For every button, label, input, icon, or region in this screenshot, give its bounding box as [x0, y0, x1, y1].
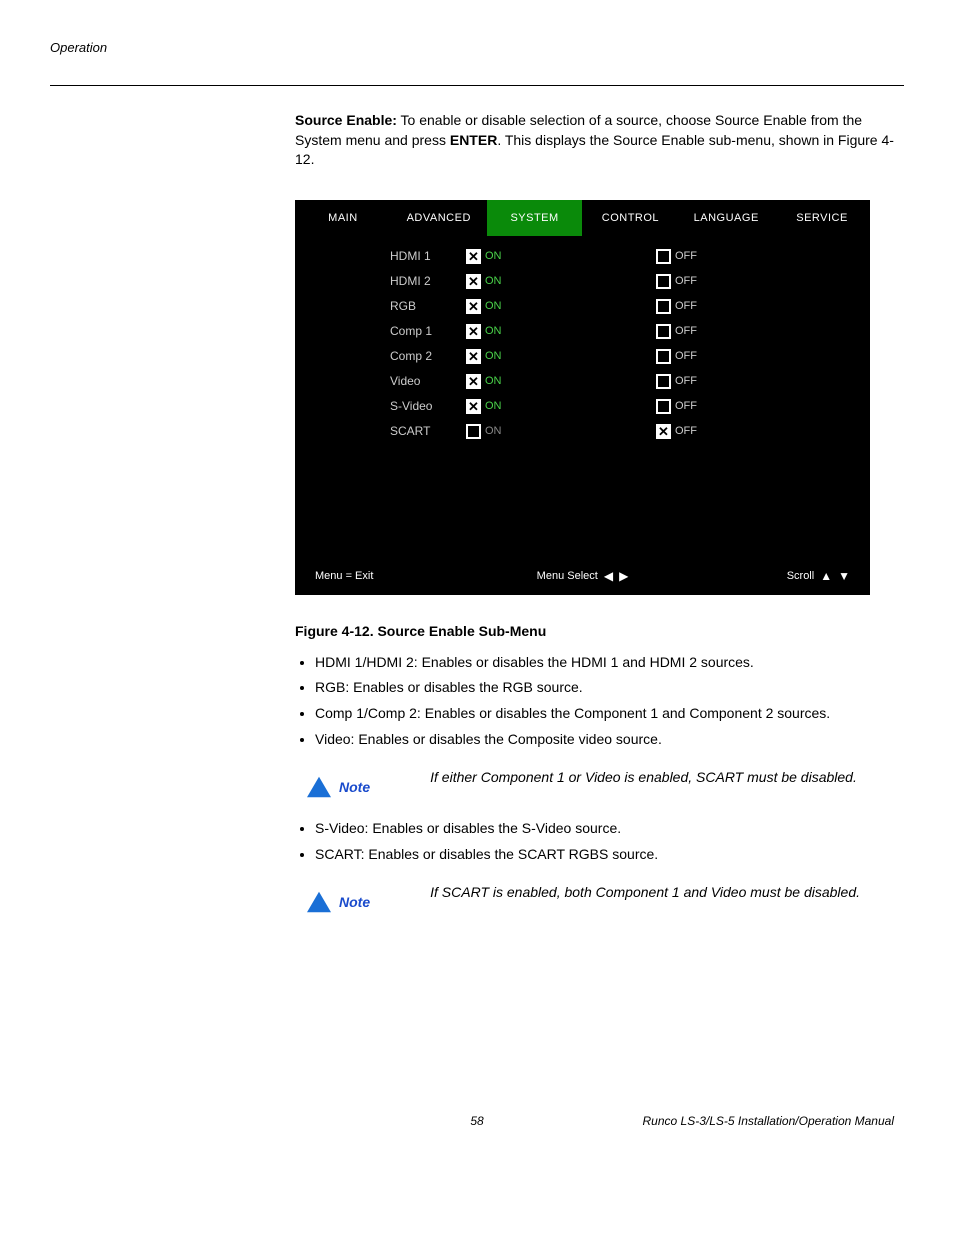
note-text: If either Component 1 or Video is enable… [380, 769, 894, 785]
figure-caption: Figure 4-12. Source Enable Sub-Menu [295, 623, 894, 639]
note-triangle-icon [305, 890, 333, 914]
on-label: ON [485, 350, 635, 362]
source-enable-label: Source Enable: [295, 112, 397, 128]
checkbox-off[interactable] [656, 349, 671, 364]
on-label: ON [485, 375, 635, 387]
checkbox-on[interactable] [466, 424, 481, 439]
tab-language[interactable]: LANGUAGE [678, 200, 774, 236]
note-label: Note [339, 779, 370, 795]
source-label: RGB [295, 299, 445, 313]
checkbox-on[interactable]: ✕ [466, 249, 481, 264]
osd-body: HDMI 1 ✕ ON OFF HDMI 2 ✕ ON OFF RGB ✕ ON OFF Comp 1 ✕… [295, 236, 870, 559]
on-label: ON [485, 275, 635, 287]
osd-row: RGB ✕ ON OFF [295, 294, 870, 319]
osd-menu: MAIN ADVANCED SYSTEM CONTROL LANGUAGE SE… [295, 200, 870, 595]
checkbox-on[interactable]: ✕ [466, 324, 481, 339]
off-label: OFF [675, 375, 755, 387]
note-text: If SCART is enabled, both Component 1 an… [380, 884, 894, 900]
on-label: ON [485, 325, 635, 337]
note-block-1: Note If either Component 1 or Video is e… [305, 769, 894, 799]
checkbox-off[interactable]: ✕ [656, 424, 671, 439]
footer-menu-select: Menu Select [537, 570, 598, 582]
footer-scroll: Scroll [787, 570, 815, 582]
off-label: OFF [675, 275, 755, 287]
note-block-2: Note If SCART is enabled, both Component… [305, 884, 894, 914]
checkbox-off[interactable] [656, 249, 671, 264]
list-item: RGB: Enables or disables the RGB source. [315, 678, 894, 698]
osd-row: HDMI 1 ✕ ON OFF [295, 244, 870, 269]
checkbox-off[interactable] [656, 399, 671, 414]
list-item: Video: Enables or disables the Composite… [315, 730, 894, 750]
enter-label: ENTER [450, 132, 497, 148]
off-label: OFF [675, 250, 755, 262]
osd-row: Comp 2 ✕ ON OFF [295, 344, 870, 369]
list-item: Comp 1/Comp 2: Enables or disables the C… [315, 704, 894, 724]
osd-row: HDMI 2 ✕ ON OFF [295, 269, 870, 294]
source-label: Comp 2 [295, 349, 445, 363]
footer-exit: Menu = Exit [315, 570, 493, 582]
tab-system[interactable]: SYSTEM [487, 200, 583, 236]
note-label: Note [339, 894, 370, 910]
checkbox-on[interactable]: ✕ [466, 299, 481, 314]
bullet-list-1: HDMI 1/HDMI 2: Enables or disables the H… [295, 653, 894, 749]
on-label: ON [485, 300, 635, 312]
checkbox-on[interactable]: ✕ [466, 349, 481, 364]
section-header: Operation [50, 40, 904, 55]
list-item: HDMI 1/HDMI 2: Enables or disables the H… [315, 653, 894, 673]
source-label: SCART [295, 424, 445, 438]
osd-tab-bar: MAIN ADVANCED SYSTEM CONTROL LANGUAGE SE… [295, 200, 870, 236]
checkbox-on[interactable]: ✕ [466, 374, 481, 389]
osd-footer: Menu = Exit Menu Select ◀ ▶ Scroll ▲ ▼ [295, 559, 870, 595]
source-label: HDMI 1 [295, 249, 445, 263]
intro-paragraph: Source Enable: To enable or disable sele… [295, 111, 894, 170]
source-label: Video [295, 374, 445, 388]
osd-row: SCART ON ✕ OFF [295, 419, 870, 444]
osd-row: Comp 1 ✕ ON OFF [295, 319, 870, 344]
header-rule [50, 85, 904, 86]
tab-main[interactable]: MAIN [295, 200, 391, 236]
main-content: Source Enable: To enable or disable sele… [295, 111, 894, 914]
osd-row: S-Video ✕ ON OFF [295, 394, 870, 419]
checkbox-on[interactable]: ✕ [466, 399, 481, 414]
checkbox-off[interactable] [656, 374, 671, 389]
note-triangle-icon [305, 775, 333, 799]
off-label: OFF [675, 300, 755, 312]
checkbox-off[interactable] [656, 324, 671, 339]
on-label: ON [485, 425, 635, 437]
source-label: HDMI 2 [295, 274, 445, 288]
osd-row: Video ✕ ON OFF [295, 369, 870, 394]
tab-control[interactable]: CONTROL [582, 200, 678, 236]
tab-advanced[interactable]: ADVANCED [391, 200, 487, 236]
arrow-right-icon: ▶ [619, 569, 628, 583]
checkbox-off[interactable] [656, 299, 671, 314]
checkbox-on[interactable]: ✕ [466, 274, 481, 289]
list-item: S-Video: Enables or disables the S-Video… [315, 819, 894, 839]
source-label: S-Video [295, 399, 445, 413]
arrow-left-icon: ◀ [604, 569, 613, 583]
on-label: ON [485, 250, 635, 262]
page-footer: 58 Runco LS-3/LS-5 Installation/Operatio… [50, 1114, 904, 1128]
source-label: Comp 1 [295, 324, 445, 338]
checkbox-off[interactable] [656, 274, 671, 289]
list-item: SCART: Enables or disables the SCART RGB… [315, 845, 894, 865]
bullet-list-2: S-Video: Enables or disables the S-Video… [295, 819, 894, 864]
manual-title: Runco LS-3/LS-5 Installation/Operation M… [616, 1114, 894, 1128]
off-label: OFF [675, 400, 755, 412]
tab-service[interactable]: SERVICE [774, 200, 870, 236]
arrow-up-icon: ▲ [820, 569, 832, 583]
on-label: ON [485, 400, 635, 412]
off-label: OFF [675, 425, 755, 437]
arrow-down-icon: ▼ [838, 569, 850, 583]
off-label: OFF [675, 325, 755, 337]
off-label: OFF [675, 350, 755, 362]
page-number: 58 [338, 1114, 616, 1128]
